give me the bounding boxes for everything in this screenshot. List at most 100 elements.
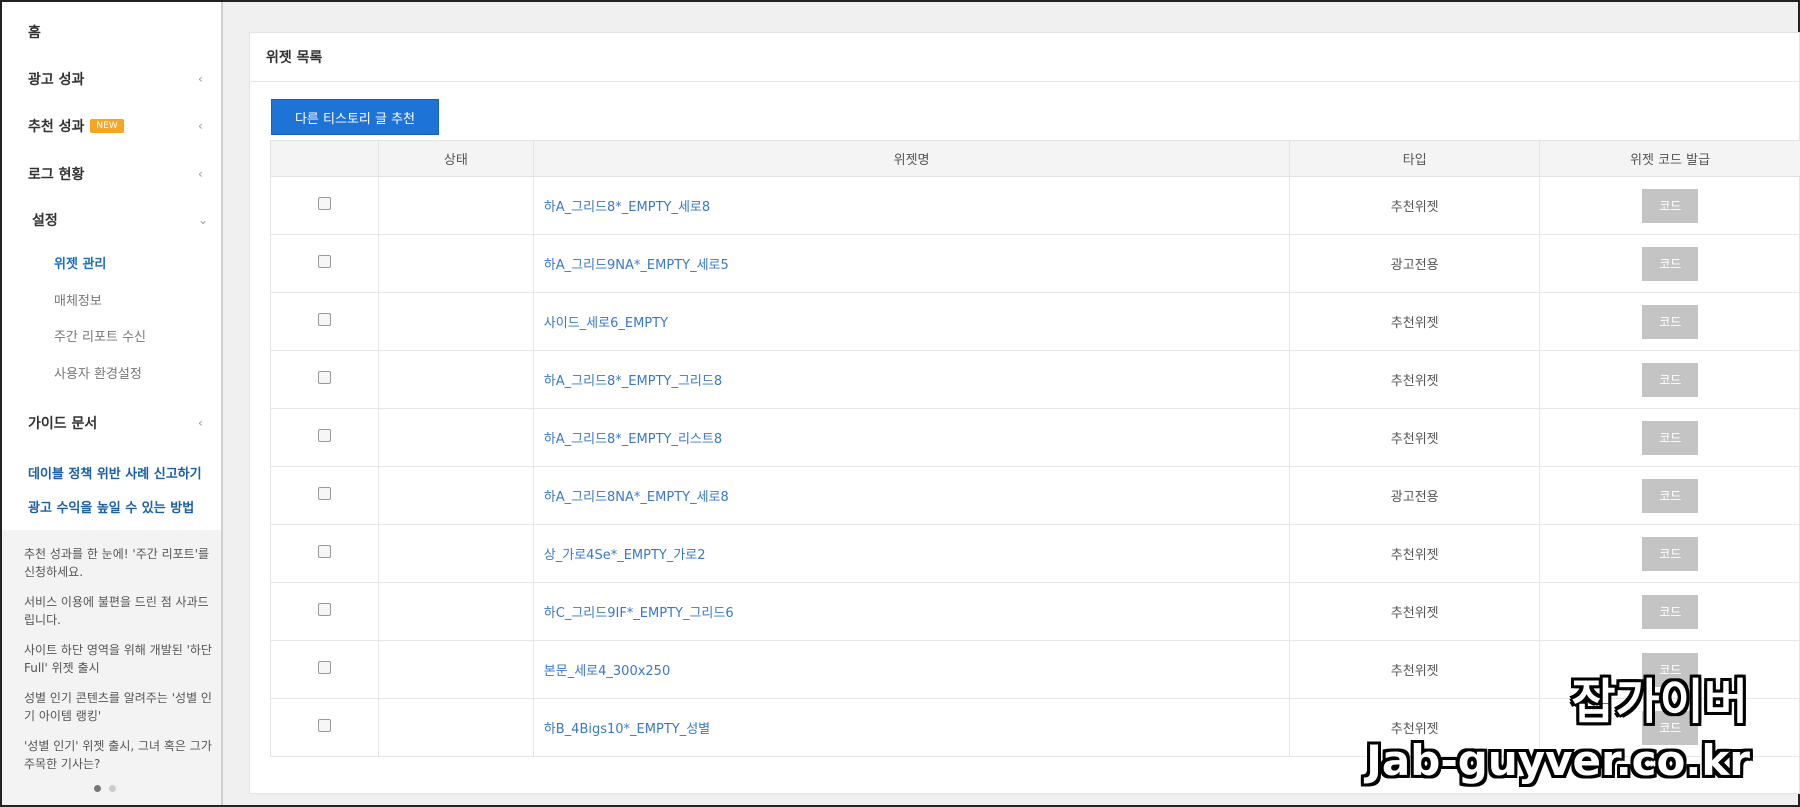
row-code-cell: 코드: [1539, 466, 1800, 525]
row-select-cell: [270, 234, 379, 293]
carousel-dot-active[interactable]: [94, 785, 101, 792]
widget-type: 추천위젯: [1289, 350, 1540, 409]
issue-code-button[interactable]: 코드: [1642, 246, 1699, 281]
issue-code-button[interactable]: 코드: [1642, 536, 1699, 571]
notice-item[interactable]: 추천 성과를 한 눈에! '주간 리포트'를 신청하세요.: [24, 545, 214, 581]
recommend-other-post-button[interactable]: 다른 티스토리 글 추천: [271, 99, 439, 135]
nav-home[interactable]: 홈: [28, 22, 41, 42]
sub-media-info[interactable]: 매체정보: [54, 290, 102, 309]
row-checkbox[interactable]: [317, 255, 331, 268]
issue-code-button[interactable]: 코드: [1642, 478, 1699, 513]
divider: [250, 81, 1799, 82]
widget-type: 추천위젯: [1289, 176, 1540, 235]
row-code-cell: 코드: [1539, 408, 1800, 467]
table-row: 하A_그리드8*_EMPTY_세로8 추천위젯 코드: [270, 176, 1800, 235]
chevron-down-icon: ⌄: [198, 213, 209, 227]
issue-code-button[interactable]: 코드: [1642, 304, 1699, 339]
chevron-left-icon: ‹: [198, 119, 203, 133]
notice-item[interactable]: 성별 인기 콘텐츠를 알려주는 '성별 인기 아이템 랭킹': [24, 689, 214, 725]
widget-name-link[interactable]: 본문_세로4_300x250: [532, 640, 1290, 699]
link-revenue-tips[interactable]: 광고 수익을 높일 수 있는 방법: [28, 497, 194, 516]
row-select-cell: [270, 350, 379, 409]
chevron-left-icon: ‹: [198, 167, 203, 181]
link-policy-report[interactable]: 데이블 정책 위반 사례 신고하기: [28, 463, 202, 482]
widget-type: 추천위젯: [1289, 524, 1540, 583]
sub-widget-manage[interactable]: 위젯 관리: [54, 253, 106, 272]
row-code-cell: 코드: [1539, 176, 1800, 235]
row-status-cell: [377, 582, 534, 641]
row-checkbox[interactable]: [317, 661, 331, 674]
issue-code-button[interactable]: 코드: [1642, 188, 1699, 223]
col-header-code: 위젯 코드 발급: [1539, 140, 1800, 177]
table-row: 하A_그리드8*_EMPTY_리스트8 추천위젯 코드: [270, 408, 1800, 467]
widget-name-link[interactable]: 하A_그리드8*_EMPTY_세로8: [532, 176, 1290, 235]
row-select-cell: [270, 408, 379, 467]
row-status-cell: [377, 176, 534, 235]
row-checkbox[interactable]: [317, 487, 331, 500]
notice-item[interactable]: 서비스 이용에 불편을 드린 점 사과드립니다.: [24, 593, 214, 629]
row-checkbox[interactable]: [317, 371, 331, 384]
nav-log-status[interactable]: 로그 현황 ‹: [28, 164, 203, 184]
row-status-cell: [377, 466, 534, 525]
row-select-cell: [270, 176, 379, 235]
sub-weekly-report[interactable]: 주간 리포트 수신: [54, 326, 146, 345]
row-status-cell: [377, 640, 534, 699]
row-checkbox[interactable]: [317, 603, 331, 616]
widget-type: 광고전용: [1289, 234, 1540, 293]
row-checkbox[interactable]: [317, 719, 331, 732]
widget-name-link[interactable]: 하C_그리드9IF*_EMPTY_그리드6: [532, 582, 1290, 641]
widget-type: 추천위젯: [1289, 292, 1540, 351]
row-checkbox[interactable]: [317, 197, 331, 210]
widget-name-link[interactable]: 하A_그리드8*_EMPTY_그리드8: [532, 350, 1290, 409]
nav-rec-performance[interactable]: 추천 성과 NEW ‹: [28, 116, 203, 136]
table-row: 하C_그리드9IF*_EMPTY_그리드6 추천위젯 코드: [270, 582, 1800, 641]
row-select-cell: [270, 640, 379, 699]
widget-name-link[interactable]: 사이드_세로6_EMPTY: [532, 292, 1290, 351]
issue-code-button[interactable]: 코드: [1642, 420, 1699, 455]
panel-title: 위젯 목록: [266, 50, 323, 66]
row-select-cell: [270, 466, 379, 525]
carousel-dot[interactable]: [109, 785, 116, 792]
table-row: 하A_그리드9NA*_EMPTY_세로5 광고전용 코드: [270, 234, 1800, 293]
widget-name-link[interactable]: 상_가로4Se*_EMPTY_가로2: [532, 524, 1290, 583]
row-code-cell: 코드: [1539, 292, 1800, 351]
watermark-url: Jab-guyver.co.kr: [1366, 736, 1750, 785]
issue-code-button[interactable]: 코드: [1642, 362, 1699, 397]
row-select-cell: [270, 698, 379, 757]
row-code-cell: 코드: [1539, 524, 1800, 583]
row-checkbox[interactable]: [317, 545, 331, 558]
col-header-type: 타입: [1289, 140, 1541, 177]
widget-name-link[interactable]: 하B_4Bigs10*_EMPTY_성별: [532, 698, 1290, 757]
notice-item[interactable]: 사이트 하단 영역을 위해 개발된 '하단 Full' 위젯 출시: [24, 641, 214, 677]
widget-name-link[interactable]: 하A_그리드8*_EMPTY_리스트8: [532, 408, 1290, 467]
row-select-cell: [270, 524, 379, 583]
row-status-cell: [377, 350, 534, 409]
row-code-cell: 코드: [1539, 234, 1800, 293]
row-select-cell: [270, 292, 379, 351]
row-status-cell: [377, 234, 534, 293]
chevron-left-icon: ‹: [198, 72, 203, 86]
nav-guide-docs[interactable]: 가이드 문서 ‹: [28, 413, 203, 433]
row-status-cell: [377, 524, 534, 583]
row-select-cell: [270, 582, 379, 641]
widget-name-link[interactable]: 하A_그리드8NA*_EMPTY_세로8: [532, 466, 1290, 525]
table-row: 하A_그리드8NA*_EMPTY_세로8 광고전용 코드: [270, 466, 1800, 525]
notice-item[interactable]: '성별 인기' 위젯 출시, 그녀 혹은 그가 주목한 기사는?: [24, 737, 214, 773]
row-checkbox[interactable]: [317, 313, 331, 326]
row-checkbox[interactable]: [317, 429, 331, 442]
row-status-cell: [377, 408, 534, 467]
nav-settings[interactable]: 설정 ⌄: [32, 210, 208, 230]
col-header-select: [270, 140, 379, 177]
widget-name-link[interactable]: 하A_그리드9NA*_EMPTY_세로5: [532, 234, 1290, 293]
sub-user-settings[interactable]: 사용자 환경설정: [54, 363, 142, 382]
row-status-cell: [377, 698, 534, 757]
chevron-left-icon: ‹: [198, 416, 203, 430]
nav-ad-performance[interactable]: 광고 성과 ‹: [28, 69, 203, 89]
widget-type: 광고전용: [1289, 466, 1540, 525]
watermark-logo: 잡가이버: [1571, 674, 1748, 730]
issue-code-button[interactable]: 코드: [1642, 594, 1699, 629]
col-header-widget-name: 위젯명: [532, 140, 1291, 177]
table-header-row: 상태 위젯명 타입 위젯 코드 발급: [270, 140, 1800, 177]
row-code-cell: 코드: [1539, 350, 1800, 409]
table-row: 사이드_세로6_EMPTY 추천위젯 코드: [270, 292, 1800, 351]
